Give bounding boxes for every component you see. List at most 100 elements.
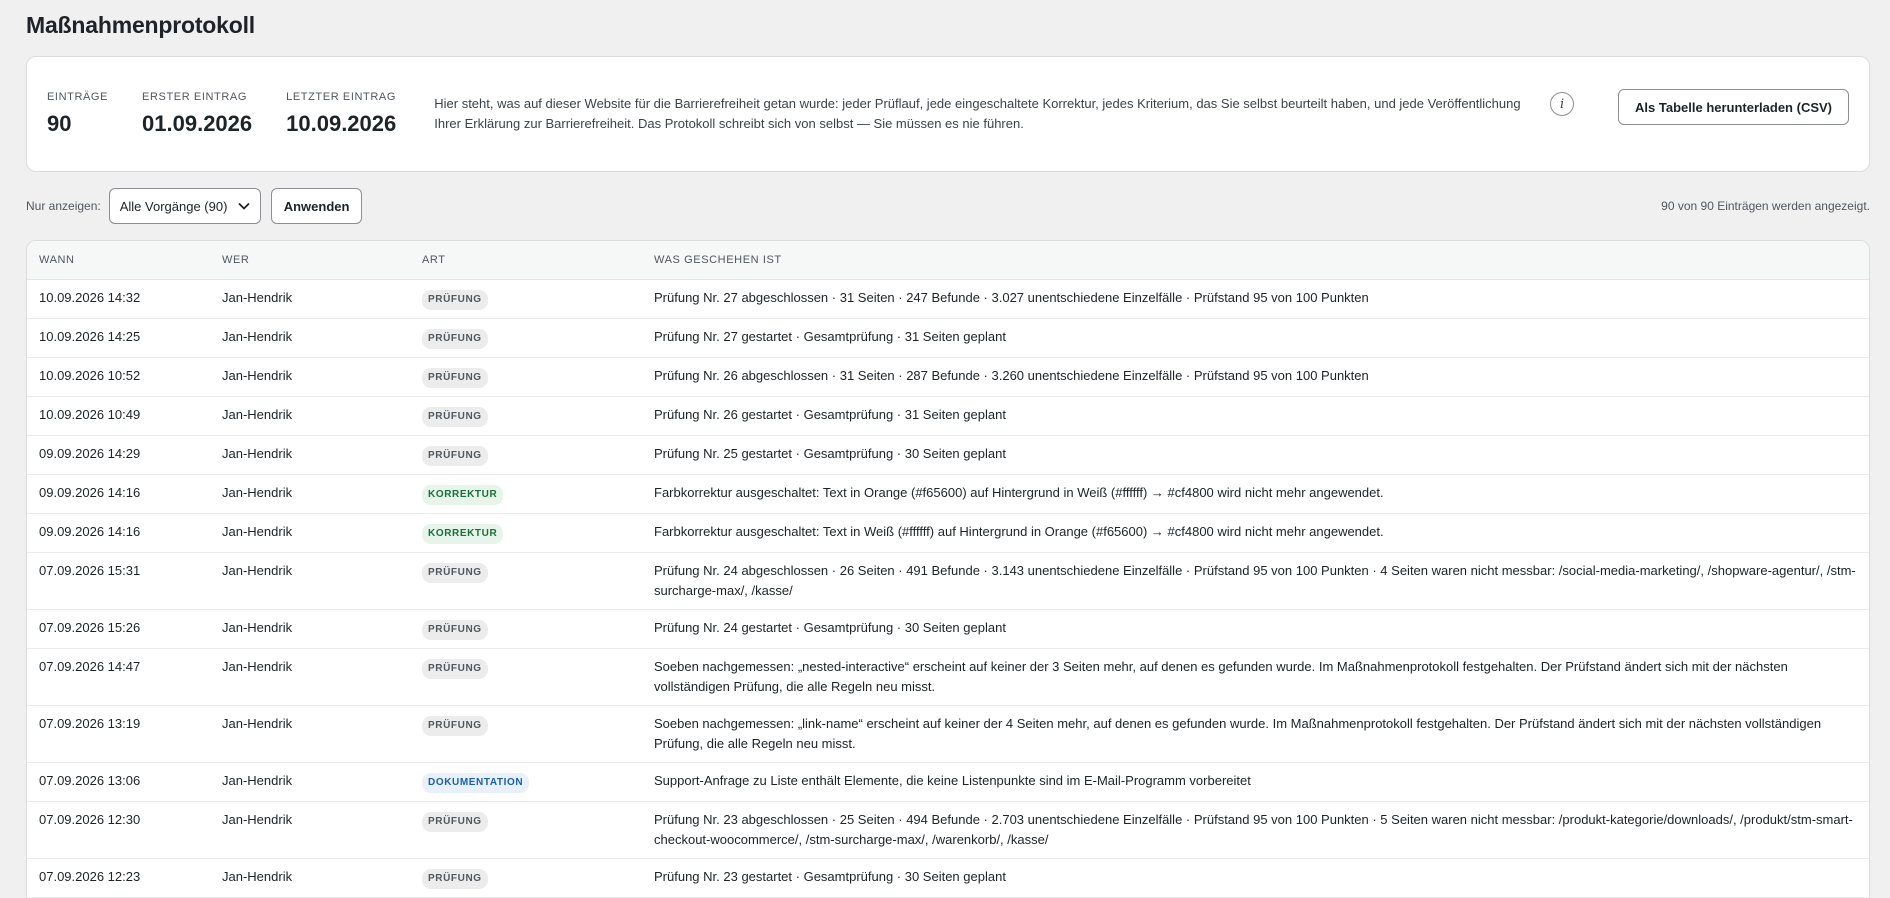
cell-what: Prüfung Nr. 23 gestartet · Gesamtprüfung… <box>642 858 1869 898</box>
cell-who: Jan-Hendrik <box>210 279 410 319</box>
cell-who: Jan-Hendrik <box>210 648 410 706</box>
chevron-down-icon <box>238 202 250 210</box>
download-csv-button[interactable]: Als Tabelle herunterladen (CSV) <box>1618 89 1849 125</box>
type-badge: PRÜFUNG <box>422 368 488 388</box>
cell-who: Jan-Hendrik <box>210 474 410 514</box>
type-badge: PRÜFUNG <box>422 446 488 466</box>
filter-label: Nur anzeigen: <box>26 199 101 213</box>
table-row: 09.09.2026 14:29 Jan-Hendrik PRÜFUNG Prüfun… <box>27 435 1869 475</box>
summary-card: EINTRÄGE 90 ERSTER EINTRAG 01.09.2026 LE… <box>26 56 1870 172</box>
cell-what: Prüfung Nr. 27 abgeschlossen · 31 Seiten… <box>642 279 1869 319</box>
type-badge: PRÜFUNG <box>422 812 488 832</box>
cell-type: KORREKTUR <box>410 513 642 553</box>
cell-when: 07.09.2026 13:19 <box>27 705 210 763</box>
cell-type: PRÜFUNG <box>410 705 642 763</box>
type-badge: PRÜFUNG <box>422 290 488 310</box>
filter-select[interactable]: Alle Vorgänge (90) <box>108 188 261 224</box>
column-header-what: WAS GESCHEHEN IST <box>642 241 1869 280</box>
cell-type: PRÜFUNG <box>410 318 642 358</box>
cell-when: 07.09.2026 14:47 <box>27 648 210 706</box>
log-table-card: WANN WER ART WAS GESCHEHEN IST 10.09.202… <box>26 240 1870 898</box>
result-count: 90 von 90 Einträgen werden angezeigt. <box>1661 199 1870 213</box>
stat-value: 90 <box>47 111 72 136</box>
cell-who: Jan-Hendrik <box>210 762 410 802</box>
cell-type: PRÜFUNG <box>410 279 642 319</box>
cell-who: Jan-Hendrik <box>210 552 410 610</box>
stat-entries: EINTRÄGE 90 <box>47 91 108 137</box>
type-badge: PRÜFUNG <box>422 329 488 349</box>
cell-what: Support-Anfrage zu Liste enthält Element… <box>642 762 1869 802</box>
cell-type: KORREKTUR <box>410 474 642 514</box>
cell-type: PRÜFUNG <box>410 648 642 706</box>
cell-type: PRÜFUNG <box>410 609 642 649</box>
table-row: 10.09.2026 10:52 Jan-Hendrik PRÜFUNG Prüfun… <box>27 357 1869 397</box>
table-row: 10.09.2026 14:25 Jan-Hendrik PRÜFUNG Prüfun… <box>27 318 1869 358</box>
cell-when: 10.09.2026 14:32 <box>27 279 210 319</box>
cell-type: PRÜFUNG <box>410 435 642 475</box>
column-header-who: WER <box>210 241 410 280</box>
table-row: 07.09.2026 12:23 Jan-Hendrik PRÜFUNG Prüfun… <box>27 858 1869 898</box>
cell-what: Prüfung Nr. 24 gestartet · Gesamtprüfung… <box>642 609 1869 649</box>
table-row: 09.09.2026 14:16 Jan-Hendrik KORREKTUR Farb… <box>27 474 1869 514</box>
cell-who: Jan-Hendrik <box>210 318 410 358</box>
type-badge: PRÜFUNG <box>422 716 488 736</box>
cell-who: Jan-Hendrik <box>210 435 410 475</box>
cell-type: PRÜFUNG <box>410 357 642 397</box>
table-row: 07.09.2026 13:06 Jan-Hendrik DOKUMENTATION… <box>27 762 1869 802</box>
cell-type: PRÜFUNG <box>410 552 642 610</box>
type-badge: PRÜFUNG <box>422 563 488 583</box>
type-badge: PRÜFUNG <box>422 407 488 427</box>
cell-when: 07.09.2026 15:26 <box>27 609 210 649</box>
type-badge: KORREKTUR <box>422 524 504 544</box>
cell-when: 10.09.2026 10:52 <box>27 357 210 397</box>
stat-value: 10.09.2026 <box>286 111 397 136</box>
cell-who: Jan-Hendrik <box>210 705 410 763</box>
cell-when: 09.09.2026 14:29 <box>27 435 210 475</box>
cell-type: DOKUMENTATION <box>410 762 642 802</box>
cell-who: Jan-Hendrik <box>210 357 410 397</box>
cell-type: PRÜFUNG <box>410 858 642 898</box>
table-row: 10.09.2026 14:32 Jan-Hendrik PRÜFUNG Prüfun… <box>27 279 1869 319</box>
log-table: WANN WER ART WAS GESCHEHEN IST 10.09.202… <box>27 241 1869 898</box>
cell-when: 09.09.2026 14:16 <box>27 474 210 514</box>
type-badge: PRÜFUNG <box>422 659 488 679</box>
apply-button[interactable]: Anwenden <box>270 188 363 224</box>
cell-when: 07.09.2026 12:23 <box>27 858 210 898</box>
intro-text: Hier steht, was auf dieser Website für d… <box>434 96 1521 131</box>
filter-bar: Nur anzeigen: Alle Vorgänge (90) Anwende… <box>26 172 1870 240</box>
info-icon[interactable]: i <box>1550 92 1575 116</box>
type-badge: DOKUMENTATION <box>422 773 530 793</box>
page: Maßnahmenprotokoll EINTRÄGE 90 ERSTER EI… <box>0 0 1890 898</box>
cell-what: Farbkorrektur ausgeschaltet: Text in Wei… <box>642 513 1869 553</box>
table-row: 09.09.2026 14:16 Jan-Hendrik KORREKTUR Farb… <box>27 513 1869 553</box>
cell-who: Jan-Hendrik <box>210 513 410 553</box>
cell-what: Farbkorrektur ausgeschaltet: Text in Ora… <box>642 474 1869 514</box>
table-row: 10.09.2026 10:49 Jan-Hendrik PRÜFUNG Prüfun… <box>27 396 1869 436</box>
cell-when: 07.09.2026 13:06 <box>27 762 210 802</box>
cell-what: Prüfung Nr. 25 gestartet · Gesamtprüfung… <box>642 435 1869 475</box>
cell-who: Jan-Hendrik <box>210 609 410 649</box>
column-header-when: WANN <box>27 241 210 280</box>
column-header-type: ART <box>410 241 642 280</box>
cell-when: 09.09.2026 14:16 <box>27 513 210 553</box>
stat-last-entry: LETZTER EINTRAG 10.09.2026 <box>286 91 396 137</box>
table-row: 07.09.2026 15:31 Jan-Hendrik PRÜFUNG Prüfun… <box>27 552 1869 610</box>
table-row: 07.09.2026 13:19 Jan-Hendrik PRÜFUNG Soeben… <box>27 705 1869 763</box>
cell-who: Jan-Hendrik <box>210 858 410 898</box>
cell-what: Prüfung Nr. 27 gestartet · Gesamtprüfung… <box>642 318 1869 358</box>
cell-when: 10.09.2026 10:49 <box>27 396 210 436</box>
cell-what: Soeben nachgemessen: „nested-interactive… <box>642 648 1869 706</box>
stat-label: EINTRÄGE <box>47 91 109 103</box>
type-badge: PRÜFUNG <box>422 620 488 640</box>
table-header-row: WANN WER ART WAS GESCHEHEN IST <box>27 241 1869 280</box>
filter-select-value: Alle Vorgänge (90) <box>119 198 228 214</box>
page-title: Maßnahmenprotokoll <box>26 12 255 38</box>
type-badge: PRÜFUNG <box>422 869 488 889</box>
stat-label: ERSTER EINTRAG <box>142 91 247 103</box>
cell-when: 10.09.2026 14:25 <box>27 318 210 358</box>
table-row: 07.09.2026 14:47 Jan-Hendrik PRÜFUNG Soeben… <box>27 648 1869 706</box>
stat-label: LETZTER EINTRAG <box>286 91 396 103</box>
table-row: 07.09.2026 15:26 Jan-Hendrik PRÜFUNG Prüfun… <box>27 609 1869 649</box>
stat-first-entry: ERSTER EINTRAG 01.09.2026 <box>142 91 252 137</box>
cell-what: Prüfung Nr. 24 abgeschlossen · 26 Seiten… <box>642 552 1869 610</box>
